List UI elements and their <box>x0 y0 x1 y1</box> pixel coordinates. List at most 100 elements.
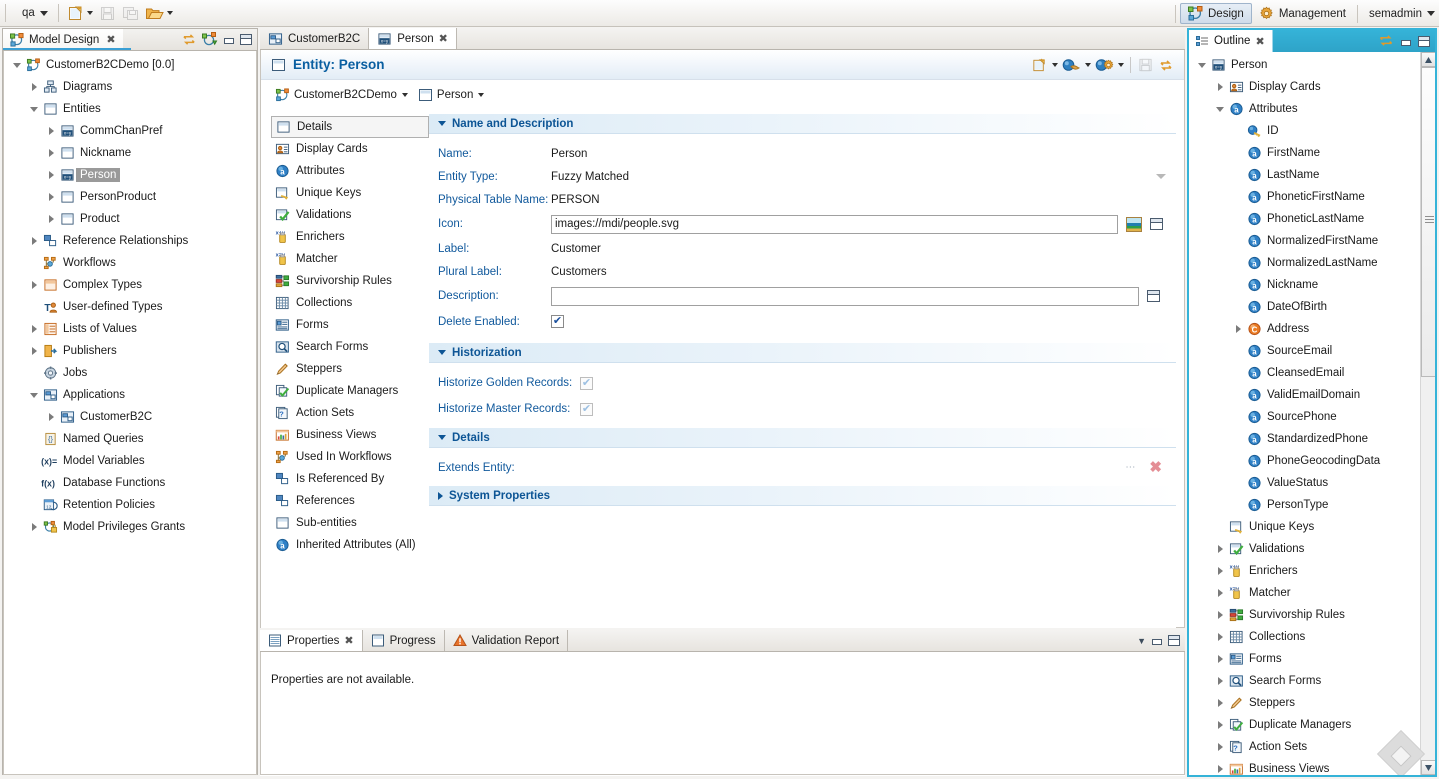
expand-arrow-icon[interactable] <box>1236 325 1241 333</box>
tree-expander[interactable] <box>27 393 41 398</box>
tree-expander[interactable] <box>1213 589 1227 597</box>
perspective-management[interactable]: Management <box>1252 3 1353 24</box>
link-with-editor-icon[interactable] <box>182 33 197 47</box>
model-tree-node[interactable]: x=yCommChanPref <box>4 120 256 142</box>
section-item-sub-entities[interactable]: Sub-entities <box>271 512 429 534</box>
expand-arrow-icon[interactable] <box>1218 589 1223 597</box>
model-tree-node[interactable]: Reference Relationships <box>4 230 256 252</box>
outline-tree-node[interactable]: aCleansedEmail <box>1189 362 1420 384</box>
scrollbar-thumb[interactable] <box>1421 67 1435 377</box>
tree-expander[interactable] <box>27 237 41 245</box>
model-tree-node[interactable]: TUser-defined Types <box>4 296 256 318</box>
scroll-up-button[interactable] <box>1421 52 1435 67</box>
description-input[interactable] <box>551 287 1139 306</box>
tree-expander[interactable] <box>1213 567 1227 575</box>
deploy-icon[interactable] <box>1062 57 1081 73</box>
outline-tree-node[interactable]: aAttributes <box>1189 98 1420 120</box>
expand-arrow-icon[interactable] <box>1218 765 1223 773</box>
new-model-button[interactable] <box>64 2 96 24</box>
outline-tree-node[interactable]: CAddress <box>1189 318 1420 340</box>
collapse-arrow-icon[interactable] <box>30 107 38 112</box>
tree-expander[interactable] <box>44 171 58 179</box>
refresh-icon[interactable] <box>1158 58 1174 73</box>
outline-tree-node[interactable]: aNormalizedFirstName <box>1189 230 1420 252</box>
extends-entity-clear-button[interactable]: ✖ <box>1149 460 1162 475</box>
section-item-steppers[interactable]: Steppers <box>271 358 429 380</box>
breadcrumb-item-model[interactable]: CustomerB2CDemo <box>275 88 397 102</box>
model-tree-node[interactable]: f(x)Database Functions <box>4 472 256 494</box>
outline-tree-node[interactable]: x=yPerson <box>1189 54 1420 76</box>
perspective-design[interactable]: Design <box>1180 3 1252 24</box>
tree-expander[interactable] <box>1231 325 1245 333</box>
expand-arrow-icon[interactable] <box>32 325 37 333</box>
editor-tab-person[interactable]: x=yPerson✖ <box>369 28 457 49</box>
section-item-enrichers[interactable]: x+yEnrichers <box>271 226 429 248</box>
tree-expander[interactable] <box>1213 545 1227 553</box>
expand-arrow-icon[interactable] <box>1218 721 1223 729</box>
expand-arrow-icon[interactable] <box>49 413 54 421</box>
tab-properties[interactable]: Properties ✖ <box>260 630 363 651</box>
tree-expander[interactable] <box>1213 611 1227 619</box>
expand-arrow-icon[interactable] <box>49 149 54 157</box>
tree-expander[interactable] <box>1213 655 1227 663</box>
chevron-down-icon[interactable] <box>402 93 408 97</box>
tree-expander[interactable] <box>1213 677 1227 685</box>
expand-arrow-icon[interactable] <box>49 127 54 135</box>
profile-combo[interactable]: qa <box>15 4 53 23</box>
collapse-arrow-icon[interactable] <box>1216 107 1224 112</box>
section-item-details[interactable]: Details <box>271 116 429 138</box>
view-menu-icon[interactable]: ▼ <box>1137 636 1146 646</box>
tree-expander[interactable] <box>27 107 41 112</box>
outline-tree-node[interactable]: Validations <box>1189 538 1420 560</box>
expand-arrow-icon[interactable] <box>1218 655 1223 663</box>
group-header-name-and-description[interactable]: Name and Description <box>429 114 1176 134</box>
model-tree-node[interactable]: Model Privileges Grants <box>4 516 256 538</box>
refresh-model-icon[interactable] <box>202 32 218 47</box>
model-tree-node[interactable]: CustomerB2CDemo [0.0] <box>4 54 256 76</box>
tree-expander[interactable] <box>1213 107 1227 112</box>
outline-tree-node[interactable]: aPersonType <box>1189 494 1420 516</box>
section-item-is-referenced-by[interactable]: Is Referenced By <box>271 468 429 490</box>
maximize-button[interactable] <box>1168 635 1180 646</box>
icon-expand-button[interactable] <box>1150 218 1163 230</box>
outline-tree-node[interactable]: aNickname <box>1189 274 1420 296</box>
entity-type-value[interactable]: Fuzzy Matched <box>551 171 629 183</box>
tab-validation-report[interactable]: Validation Report <box>445 630 568 651</box>
outline-tree-node[interactable]: x=yMatcher <box>1189 582 1420 604</box>
icon-input[interactable] <box>551 215 1118 234</box>
expand-arrow-icon[interactable] <box>1218 677 1223 685</box>
close-icon[interactable]: ✖ <box>106 33 115 46</box>
outline-tree-node[interactable]: Collections <box>1189 626 1420 648</box>
browse-image-button[interactable] <box>1126 217 1142 232</box>
outline-tree-node[interactable]: aPhoneticFirstName <box>1189 186 1420 208</box>
expand-arrow-icon[interactable] <box>32 237 37 245</box>
scroll-down-button[interactable] <box>1421 760 1435 775</box>
section-item-collections[interactable]: Collections <box>271 292 429 314</box>
outline-tree-node[interactable]: Unique Keys <box>1189 516 1420 538</box>
description-expand-button[interactable] <box>1147 290 1160 302</box>
outline-tree-node[interactable]: Duplicate Managers <box>1189 714 1420 736</box>
model-tree-node[interactable]: Complex Types <box>4 274 256 296</box>
section-item-used-in-workflows[interactable]: Used In Workflows <box>271 446 429 468</box>
minimize-button[interactable] <box>1400 36 1412 47</box>
open-button[interactable] <box>142 2 176 24</box>
collapse-arrow-icon[interactable] <box>1198 63 1206 68</box>
new-child-icon[interactable] <box>1031 57 1048 73</box>
tree-expander[interactable] <box>1213 633 1227 641</box>
tree-expander[interactable] <box>27 347 41 355</box>
section-item-duplicate-managers[interactable]: Duplicate Managers <box>271 380 429 402</box>
maximize-button[interactable] <box>1418 36 1430 47</box>
tree-expander[interactable] <box>10 63 24 68</box>
tree-expander[interactable] <box>27 523 41 531</box>
outline-tree-node[interactable]: aLastName <box>1189 164 1420 186</box>
section-item-inherited-attributes-all[interactable]: aInherited Attributes (All) <box>271 534 429 556</box>
outline-tree-node[interactable]: ID <box>1189 120 1420 142</box>
chevron-down-icon[interactable] <box>1052 63 1058 67</box>
group-header-details[interactable]: Details <box>429 428 1176 448</box>
section-item-validations[interactable]: Validations <box>271 204 429 226</box>
group-header-historization[interactable]: Historization <box>429 343 1176 363</box>
section-item-unique-keys[interactable]: Unique Keys <box>271 182 429 204</box>
model-tree-node[interactable]: CustomerB2C <box>4 406 256 428</box>
chevron-down-icon[interactable] <box>478 93 484 97</box>
section-item-attributes[interactable]: aAttributes <box>271 160 429 182</box>
